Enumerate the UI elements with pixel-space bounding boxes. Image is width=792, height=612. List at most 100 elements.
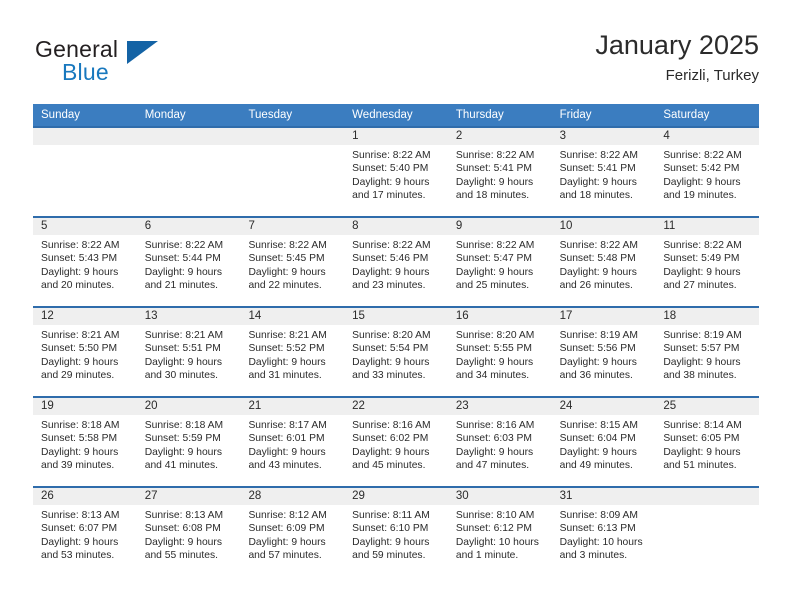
week-row: 19 Sunrise: 8:18 AM Sunset: 5:58 PM Dayl…	[33, 396, 760, 486]
day-details: Sunrise: 8:22 AM Sunset: 5:45 PM Dayligh…	[240, 235, 344, 293]
sunset-text: Sunset: 6:05 PM	[663, 433, 740, 445]
day-details: Sunrise: 8:21 AM Sunset: 5:51 PM Dayligh…	[137, 325, 241, 383]
day-number: 14	[240, 308, 345, 325]
day-cell[interactable]: 25 Sunrise: 8:14 AM Sunset: 6:05 PM Dayl…	[655, 396, 760, 486]
logo-text-blue: Blue	[62, 59, 109, 85]
day-cell[interactable]: 12 Sunrise: 8:21 AM Sunset: 5:50 PM Dayl…	[33, 306, 137, 396]
day-cell[interactable]: 5 Sunrise: 8:22 AM Sunset: 5:43 PM Dayli…	[33, 216, 137, 306]
daylight-text-line1: Daylight: 9 hours	[248, 446, 326, 458]
daylight-text-line2: and 36 minutes.	[559, 370, 633, 382]
day-cell[interactable]: 13 Sunrise: 8:21 AM Sunset: 5:51 PM Dayl…	[136, 306, 241, 396]
day-number: 10	[551, 218, 656, 235]
day-number: 29	[344, 488, 448, 505]
day-cell[interactable]: 9 Sunrise: 8:22 AM Sunset: 5:47 PM Dayli…	[447, 216, 552, 306]
sunrise-text: Sunrise: 8:21 AM	[144, 330, 224, 341]
sunrise-text: Sunrise: 8:22 AM	[663, 150, 742, 161]
day-details: Sunrise: 8:09 AM Sunset: 6:13 PM Dayligh…	[552, 505, 656, 563]
day-cell[interactable]: 6 Sunrise: 8:22 AM Sunset: 5:44 PM Dayli…	[136, 216, 241, 306]
day-number: 9	[447, 218, 552, 235]
day-cell[interactable]: 1 Sunrise: 8:22 AM Sunset: 5:40 PM Dayli…	[344, 126, 448, 216]
page-subtitle-location: Ferizli, Turkey	[665, 67, 759, 84]
day-cell[interactable]: 11 Sunrise: 8:22 AM Sunset: 5:49 PM Dayl…	[655, 216, 760, 306]
sunrise-text: Sunrise: 8:19 AM	[559, 330, 639, 341]
day-cell[interactable]: 18 Sunrise: 8:19 AM Sunset: 5:57 PM Dayl…	[655, 306, 760, 396]
day-details: Sunrise: 8:11 AM Sunset: 6:10 PM Dayligh…	[344, 505, 448, 563]
day-cell[interactable]: 14 Sunrise: 8:21 AM Sunset: 5:52 PM Dayl…	[240, 306, 345, 396]
sunset-text: Sunset: 5:51 PM	[144, 343, 221, 355]
day-number: 24	[551, 398, 656, 415]
day-details: Sunrise: 8:18 AM Sunset: 5:58 PM Dayligh…	[33, 415, 137, 473]
sunrise-text: Sunrise: 8:13 AM	[144, 510, 224, 521]
day-cell[interactable]: 15 Sunrise: 8:20 AM Sunset: 5:54 PM Dayl…	[344, 306, 448, 396]
daylight-text-line1: Daylight: 9 hours	[248, 356, 326, 368]
day-number: 13	[136, 308, 241, 325]
sunset-text: Sunset: 5:47 PM	[455, 253, 533, 265]
day-cell[interactable]: 10 Sunrise: 8:22 AM Sunset: 5:48 PM Dayl…	[551, 216, 656, 306]
day-number: 3	[551, 128, 656, 145]
daylight-text-line1: Daylight: 9 hours	[144, 446, 222, 458]
day-cell[interactable]: 26 Sunrise: 8:13 AM Sunset: 6:07 PM Dayl…	[33, 486, 137, 576]
daylight-text-line1: Daylight: 9 hours	[144, 266, 222, 278]
sunrise-text: Sunrise: 8:22 AM	[663, 240, 742, 251]
title-block: January 2025 Ferizli, Turkey	[595, 28, 759, 87]
sunset-text: Sunset: 5:41 PM	[455, 163, 533, 175]
daylight-text-line2: and 33 minutes.	[352, 370, 426, 382]
day-number: 15	[344, 308, 448, 325]
daylight-text-line2: and 21 minutes.	[144, 280, 218, 292]
day-cell[interactable]: 4 Sunrise: 8:22 AM Sunset: 5:42 PM Dayli…	[655, 126, 760, 216]
day-cell[interactable]: 21 Sunrise: 8:17 AM Sunset: 6:01 PM Dayl…	[240, 396, 345, 486]
day-cell[interactable]: 19 Sunrise: 8:18 AM Sunset: 5:58 PM Dayl…	[33, 396, 137, 486]
day-details: Sunrise: 8:19 AM Sunset: 5:57 PM Dayligh…	[655, 325, 759, 383]
day-number: 22	[344, 398, 448, 415]
daylight-text-line1: Daylight: 9 hours	[41, 446, 119, 458]
day-number: 27	[136, 488, 241, 505]
day-cell[interactable]: 7 Sunrise: 8:22 AM Sunset: 5:45 PM Dayli…	[240, 216, 345, 306]
day-details: Sunrise: 8:22 AM Sunset: 5:42 PM Dayligh…	[655, 145, 759, 203]
daylight-text-line1: Daylight: 10 hours	[559, 536, 643, 548]
day-cell[interactable]: 17 Sunrise: 8:19 AM Sunset: 5:56 PM Dayl…	[551, 306, 656, 396]
day-details: Sunrise: 8:22 AM Sunset: 5:43 PM Dayligh…	[33, 235, 137, 293]
sunset-text: Sunset: 5:40 PM	[352, 163, 429, 175]
day-cell[interactable]: 3 Sunrise: 8:22 AM Sunset: 5:41 PM Dayli…	[551, 126, 656, 216]
general-blue-logo[interactable]: General Blue	[33, 36, 213, 92]
day-cell[interactable]: 27 Sunrise: 8:13 AM Sunset: 6:08 PM Dayl…	[136, 486, 241, 576]
sunrise-text: Sunrise: 8:09 AM	[559, 510, 639, 521]
sunset-text: Sunset: 5:44 PM	[144, 253, 221, 265]
daylight-text-line2: and 23 minutes.	[352, 280, 426, 292]
daylight-text-line2: and 41 minutes.	[144, 460, 218, 472]
sunrise-text: Sunrise: 8:21 AM	[248, 330, 327, 341]
daylight-text-line2: and 43 minutes.	[248, 460, 322, 472]
daylight-text-line2: and 27 minutes.	[663, 280, 737, 292]
day-cell[interactable]: 30 Sunrise: 8:10 AM Sunset: 6:12 PM Dayl…	[447, 486, 552, 576]
daylight-text-line1: Daylight: 9 hours	[455, 356, 534, 368]
sunrise-text: Sunrise: 8:20 AM	[455, 330, 535, 341]
day-cell[interactable]: 16 Sunrise: 8:20 AM Sunset: 5:55 PM Dayl…	[447, 306, 552, 396]
day-cell[interactable]: 29 Sunrise: 8:11 AM Sunset: 6:10 PM Dayl…	[344, 486, 448, 576]
day-cell[interactable]: 8 Sunrise: 8:22 AM Sunset: 5:46 PM Dayli…	[344, 216, 448, 306]
day-details: Sunrise: 8:20 AM Sunset: 5:54 PM Dayligh…	[344, 325, 448, 383]
day-cell[interactable]: 31 Sunrise: 8:09 AM Sunset: 6:13 PM Dayl…	[551, 486, 656, 576]
sunset-text: Sunset: 6:10 PM	[352, 523, 429, 535]
day-cell[interactable]: 2 Sunrise: 8:22 AM Sunset: 5:41 PM Dayli…	[447, 126, 552, 216]
day-cell-empty	[136, 126, 241, 216]
day-cell[interactable]: 20 Sunrise: 8:18 AM Sunset: 5:59 PM Dayl…	[136, 396, 241, 486]
day-cell[interactable]: 22 Sunrise: 8:16 AM Sunset: 6:02 PM Dayl…	[344, 396, 448, 486]
weekday-header-friday: Friday	[559, 109, 592, 121]
sunset-text: Sunset: 6:02 PM	[352, 433, 429, 445]
day-cell-empty	[240, 126, 345, 216]
day-cell[interactable]: 24 Sunrise: 8:15 AM Sunset: 6:04 PM Dayl…	[551, 396, 656, 486]
day-details: Sunrise: 8:20 AM Sunset: 5:55 PM Dayligh…	[448, 325, 552, 383]
daylight-text-line2: and 22 minutes.	[248, 280, 322, 292]
day-details: Sunrise: 8:15 AM Sunset: 6:04 PM Dayligh…	[552, 415, 656, 473]
day-cell[interactable]: 28 Sunrise: 8:12 AM Sunset: 6:09 PM Dayl…	[240, 486, 345, 576]
day-number: 17	[551, 308, 656, 325]
daylight-text-line1: Daylight: 9 hours	[248, 536, 326, 548]
daylight-text-line2: and 19 minutes.	[663, 190, 737, 202]
day-details: Sunrise: 8:18 AM Sunset: 5:59 PM Dayligh…	[137, 415, 241, 473]
daylight-text-line2: and 25 minutes.	[455, 280, 530, 292]
day-details: Sunrise: 8:13 AM Sunset: 6:07 PM Dayligh…	[33, 505, 137, 563]
daylight-text-line2: and 20 minutes.	[41, 280, 115, 292]
daylight-text-line2: and 45 minutes.	[352, 460, 426, 472]
daylight-text-line1: Daylight: 9 hours	[41, 356, 119, 368]
day-cell[interactable]: 23 Sunrise: 8:16 AM Sunset: 6:03 PM Dayl…	[447, 396, 552, 486]
